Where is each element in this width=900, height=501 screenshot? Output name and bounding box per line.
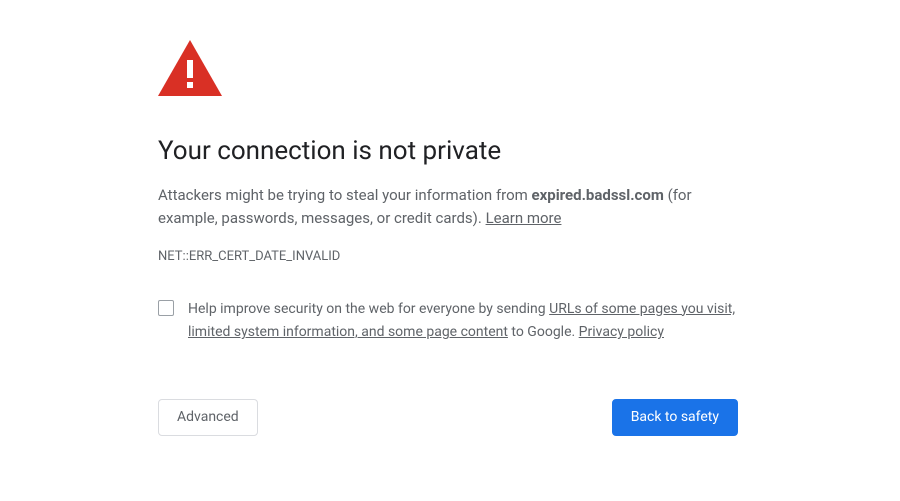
- warning-body: Attackers might be trying to steal your …: [158, 184, 738, 231]
- ssl-warning-interstitial: Your connection is not private Attackers…: [158, 0, 738, 436]
- back-to-safety-button[interactable]: Back to safety: [612, 399, 738, 436]
- warning-triangle-icon: [158, 40, 222, 96]
- learn-more-link[interactable]: Learn more: [486, 209, 562, 227]
- warning-title: Your connection is not private: [158, 136, 738, 166]
- optin-link-privacy[interactable]: Privacy policy: [579, 324, 664, 340]
- optin-label: Help improve security on the web for eve…: [188, 298, 738, 346]
- error-code: NET::ERR_CERT_DATE_INVALID: [158, 249, 738, 264]
- button-row: Advanced Back to safety: [158, 399, 738, 436]
- optin-text-mid: to Google.: [508, 324, 579, 340]
- advanced-button[interactable]: Advanced: [158, 399, 258, 436]
- optin-text-pre: Help improve security on the web for eve…: [188, 301, 549, 317]
- optin-checkbox[interactable]: [158, 300, 174, 316]
- optin-row: Help improve security on the web for eve…: [158, 298, 738, 346]
- warning-hostname: expired.badssl.com: [532, 186, 664, 204]
- warning-body-pre: Attackers might be trying to steal your …: [158, 186, 532, 204]
